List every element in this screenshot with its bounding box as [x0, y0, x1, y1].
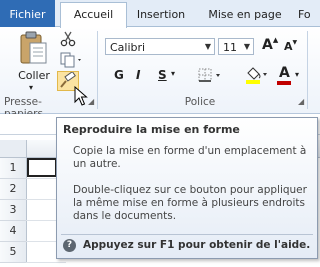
font-size-value: 11	[223, 41, 237, 54]
tab-insert[interactable]: Insertion	[131, 3, 191, 26]
tooltip-divider	[61, 234, 313, 235]
dialog-launcher-icon[interactable]: ◢	[298, 97, 304, 106]
paste-icon	[20, 31, 47, 64]
font-size-combo[interactable]: 11 ▼	[218, 38, 254, 55]
tab-file[interactable]: Fichier	[0, 0, 55, 27]
format-painter-tooltip: Reproduire la mise en forme Copie la mis…	[56, 117, 318, 259]
row-header[interactable]: 3	[0, 200, 27, 221]
row-header[interactable]: 4	[0, 221, 27, 242]
dialog-launcher-icon[interactable]: ◢	[88, 97, 94, 106]
cut-button[interactable]	[60, 31, 76, 47]
chevron-down-icon[interactable]: ▼	[241, 39, 253, 54]
caret-down-icon: ▼	[292, 39, 298, 46]
copy-icon	[60, 52, 81, 68]
paint-bucket-icon	[246, 67, 267, 84]
font-color-button[interactable]: A ▾	[276, 65, 304, 85]
grow-font-label: A	[262, 37, 273, 53]
ribbon-tab-bar: Fichier Accueil Insertion Mise en page F…	[0, 0, 320, 28]
grow-font-button[interactable]: A▲	[262, 36, 279, 55]
tooltip-title: Reproduire la mise en forme	[63, 123, 240, 136]
italic-button[interactable]: I	[136, 67, 140, 83]
bold-button[interactable]: G	[114, 67, 124, 83]
border-icon	[198, 68, 220, 82]
copy-button[interactable]	[60, 52, 84, 68]
row-header[interactable]: 1	[0, 158, 27, 179]
tab-formulas-partial[interactable]: Fo	[298, 3, 320, 26]
tab-page-layout[interactable]: Mise en page	[205, 3, 285, 26]
shrink-font-button[interactable]: A▼	[284, 39, 298, 55]
tooltip-help-text: Appuyez sur F1 pour obtenir de l'aide.	[83, 239, 311, 251]
group-separator	[307, 31, 308, 109]
tooltip-description: Copie la mise en forme d'un emplacement …	[73, 145, 307, 170]
help-icon: ?	[63, 239, 76, 252]
group-separator	[97, 31, 98, 109]
row-header[interactable]: 5	[0, 242, 27, 263]
fill-color-button[interactable]	[244, 65, 272, 85]
font-group-label: Police	[184, 96, 216, 108]
chevron-down-icon: ▾	[295, 70, 300, 79]
borders-button[interactable]	[198, 67, 226, 83]
shrink-font-label: A	[284, 40, 293, 53]
font-name-value: Calibri	[110, 41, 146, 54]
underline-button[interactable]: S	[158, 67, 167, 83]
font-name-combo[interactable]: Calibri ▼	[105, 38, 215, 55]
font-color-swatch	[277, 81, 291, 85]
chevron-down-icon[interactable]: ▼	[202, 39, 214, 54]
active-cell[interactable]	[27, 158, 57, 177]
paste-button[interactable]: Coller ▾	[12, 31, 54, 92]
chevron-down-icon: ▾	[29, 83, 34, 92]
select-all-corner[interactable]	[0, 140, 27, 157]
paste-label: Coller	[18, 69, 50, 82]
tooltip-hint: Double-cliquez sur ce bouton pour appliq…	[73, 184, 307, 222]
grid-line	[26, 262, 66, 263]
ribbon-home: Coller ▾ Presse-papiers ◢ Calibri ▼	[0, 27, 320, 120]
chevron-down-icon[interactable]: ▾	[171, 69, 175, 78]
scissors-icon	[60, 31, 76, 47]
font-color-label: A	[279, 65, 290, 81]
caret-up-icon: ▲	[272, 36, 279, 44]
row-header[interactable]: 2	[0, 179, 27, 200]
tab-home[interactable]: Accueil	[60, 2, 127, 28]
